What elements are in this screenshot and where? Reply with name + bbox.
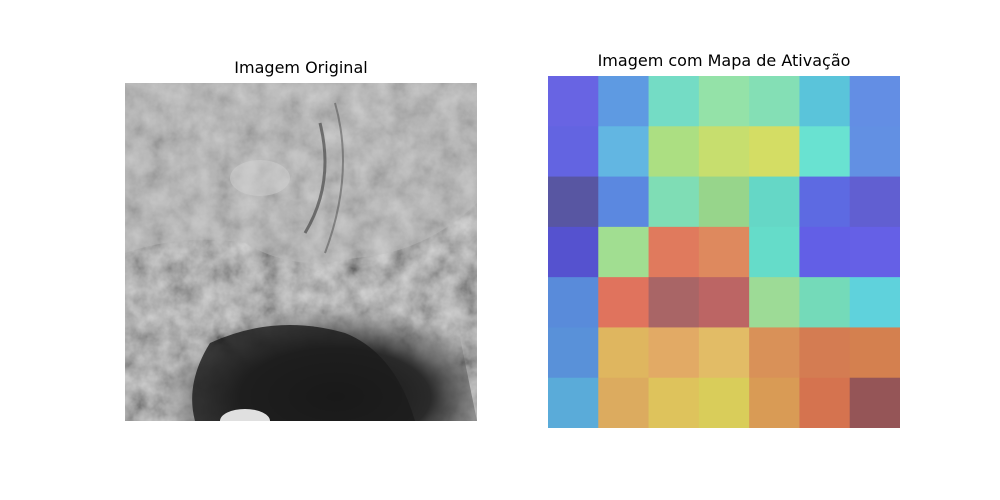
heatmap-cell [548, 327, 599, 379]
heatmap-cell [849, 176, 900, 228]
heatmap-cell [698, 377, 750, 428]
heatmap-cell [849, 327, 900, 379]
heatmap-cell [799, 176, 851, 228]
heatmap-cell [698, 126, 750, 178]
heatmap-cell [749, 76, 800, 127]
heatmap-cell [698, 327, 750, 379]
heatmap-cell [648, 277, 700, 328]
heatmap-cell [598, 327, 650, 379]
heatmap-cell [849, 377, 900, 428]
heatmap-cell [849, 226, 900, 278]
heatmap-cell [799, 226, 851, 278]
heatmap-cell [548, 226, 599, 278]
activation-heatmap [548, 76, 900, 428]
heatmap-cell [749, 277, 800, 328]
heatmap-cell [548, 277, 599, 328]
heatmap-cell [548, 176, 599, 228]
heatmap-cell [648, 377, 700, 428]
heatmap-cell [799, 76, 851, 127]
heatmap-cell [849, 126, 900, 178]
heatmap-cell [648, 327, 700, 379]
heatmap-cell [548, 76, 599, 127]
heatmap-cell [799, 377, 851, 428]
original-image-title: Imagem Original [234, 58, 368, 77]
heatmap-cell [749, 377, 800, 428]
heatmap-cell [849, 277, 900, 328]
heatmap-cell [698, 76, 750, 127]
heatmap-cell [598, 76, 650, 127]
heatmap-cell [849, 76, 900, 127]
heatmap-cell [598, 176, 650, 228]
heatmap-cell [698, 226, 750, 278]
heatmap-cell [648, 126, 700, 178]
heatmap-cell [698, 176, 750, 228]
heatmap-cell [598, 126, 650, 178]
heatmap-cell [698, 277, 750, 328]
heatmap-cell [548, 126, 599, 178]
heatmap-cell [749, 176, 800, 228]
heatmap-cell [749, 327, 800, 379]
heatmap-cell [799, 277, 851, 328]
activation-map-title: Imagem com Mapa de Ativação [597, 51, 851, 70]
heatmap-cell [598, 277, 650, 328]
heatmap-cell [648, 76, 700, 127]
heatmap-cell [749, 126, 800, 178]
heatmap-cell [648, 226, 700, 278]
heatmap-cell [799, 327, 851, 379]
heatmap-cell [799, 126, 851, 178]
heatmap-cell [598, 226, 650, 278]
heatmap-cell [548, 377, 599, 428]
heatmap-cell [598, 377, 650, 428]
original-image [125, 83, 477, 421]
heatmap-cell [648, 176, 700, 228]
heatmap-cell [749, 226, 800, 278]
